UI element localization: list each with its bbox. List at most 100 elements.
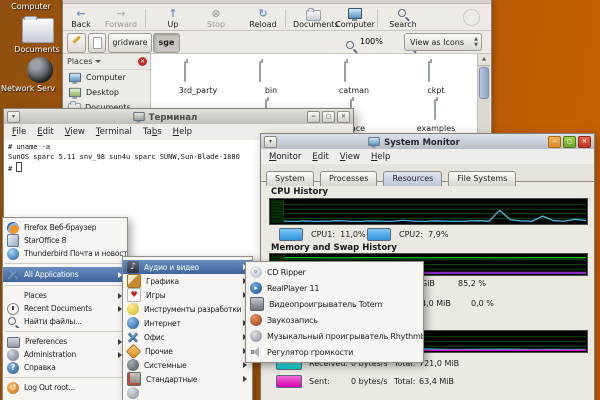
minimize-icon[interactable]: ‒: [307, 111, 320, 123]
memory-history-title: Memory and Swap History: [271, 243, 397, 253]
path-button-sge[interactable]: sge: [153, 33, 180, 53]
edit-location-button[interactable]: [67, 33, 86, 53]
menu-item-staroffice[interactable]: StarOffice 8: [3, 234, 127, 247]
window-menu-icon[interactable]: ▾: [264, 136, 277, 148]
applications-icon: [7, 269, 19, 281]
tab-processes[interactable]: Processes: [320, 171, 377, 186]
folder-label[interactable]: examples: [404, 124, 468, 133]
menu-separator: [5, 377, 125, 378]
menu-item-sound-recorder[interactable]: Звукозапись: [246, 312, 423, 328]
menu-item-other[interactable]: Прочие: [123, 344, 252, 358]
back-button[interactable]: ← Back: [61, 7, 101, 32]
terminal-titlebar[interactable]: ▾ Терминал ‒ ▢ ✕: [4, 109, 353, 125]
tab-system[interactable]: System: [266, 171, 314, 186]
root-path-button[interactable]: [88, 33, 106, 53]
reload-button[interactable]: ↻ Reload: [243, 7, 283, 32]
folder-icon-3rd_party[interactable]: [184, 61, 186, 82]
folder-label[interactable]: catman: [322, 86, 386, 95]
window-menu-icon[interactable]: ▾: [7, 111, 20, 123]
cpu-history-title: CPU History: [271, 187, 328, 197]
graph-y-axis: [271, 200, 284, 223]
menu-item-graphics[interactable]: Графика: [123, 274, 252, 288]
folder-icon-bin[interactable]: [259, 61, 261, 82]
accessories-icon: [127, 372, 141, 386]
close-icon[interactable]: ✕: [337, 111, 350, 123]
menu-item-totem[interactable]: Видеопроигрыватель Totem: [246, 296, 423, 312]
search-button[interactable]: Search: [383, 7, 423, 32]
swap-fragment: 4,0 MiB: [421, 299, 451, 308]
computer-button[interactable]: Computer: [335, 7, 375, 32]
menu-edit[interactable]: Edit: [312, 152, 328, 162]
menu-item-places[interactable]: Places: [3, 289, 127, 302]
menu-item-cd-ripper[interactable]: CD Ripper: [246, 264, 423, 280]
menu-item-development[interactable]: Инструменты разработки: [123, 302, 252, 316]
desktop-icon-documents[interactable]: [22, 18, 54, 43]
close-sidebar-icon[interactable]: ✕: [138, 57, 147, 66]
preferences-icon: [7, 337, 20, 348]
magnifier-icon: [397, 8, 409, 20]
menu-item-all-applications[interactable]: All Applications: [3, 267, 127, 282]
menu-file[interactable]: File: [12, 127, 26, 137]
stop-button: ⊗ Stop: [196, 7, 236, 32]
system-monitor-titlebar[interactable]: ▾ System Monitor ‒ ▢ ✕: [261, 134, 594, 150]
menu-item-help[interactable]: Справка: [3, 361, 127, 374]
menu-view[interactable]: View: [65, 127, 85, 137]
menu-item-system[interactable]: Системные: [123, 358, 252, 372]
firefox-icon: [7, 222, 19, 234]
desktop-icon-computer[interactable]: Computer: [0, 2, 62, 11]
desktop-icon-network-servers[interactable]: [27, 57, 53, 83]
menu-item-office[interactable]: Офис: [123, 330, 252, 344]
system-monitor-menubar: Monitor Edit View Help: [261, 149, 594, 165]
minimize-icon[interactable]: ‒: [548, 136, 561, 148]
menu-item-partial[interactable]: [123, 386, 252, 400]
menu-edit[interactable]: Edit: [37, 127, 53, 137]
folder-label[interactable]: bin: [239, 86, 303, 95]
menu-item-volume[interactable]: Регулятор громкости: [246, 344, 423, 360]
maximize-icon[interactable]: ▢: [322, 111, 335, 123]
close-icon[interactable]: ✕: [578, 136, 591, 148]
menu-item-recent-documents[interactable]: Recent Documents: [3, 302, 127, 315]
menu-view[interactable]: View: [340, 152, 360, 162]
menu-item-rhythmbox[interactable]: Музыкальный проигрыватель Rhythmbox: [246, 328, 423, 344]
scrollbar-thumb[interactable]: [479, 67, 489, 99]
tab-resources[interactable]: Resources: [383, 171, 442, 186]
sidebar-title[interactable]: Places: [67, 57, 92, 66]
development-icon: [127, 303, 139, 315]
folder-icon-ckpt[interactable]: [428, 61, 430, 82]
menu-tabs[interactable]: Tabs: [143, 127, 162, 137]
menu-item-internet[interactable]: Интернет: [123, 316, 252, 330]
applications-submenu: Аудио и видео Графика Игры Инструменты р…: [122, 256, 253, 400]
menu-item-preferences[interactable]: Preferences: [3, 335, 127, 348]
menu-help[interactable]: Help: [173, 127, 192, 137]
cpu2-label: CPU2:: [399, 230, 423, 239]
menu-item-administration[interactable]: Administration: [3, 348, 127, 361]
zoom-out-icon[interactable]: [345, 40, 357, 52]
view-mode-dropdown[interactable]: View as Icons ▲▼: [404, 33, 482, 51]
menu-item-accessories[interactable]: Стандартные: [123, 372, 252, 386]
menu-item-logout[interactable]: Log Out root...: [3, 381, 127, 394]
sidebar-item-computer[interactable]: Computer: [64, 70, 150, 85]
up-button[interactable]: ↑ Up: [153, 7, 193, 32]
menu-item-games[interactable]: Игры: [123, 288, 252, 302]
maximize-icon[interactable]: ▢: [563, 136, 576, 148]
folder-label[interactable]: 3rd_party: [166, 86, 230, 95]
folder-icon: [22, 18, 54, 43]
back-arrow-icon: ←: [61, 7, 101, 20]
menu-item-audio-video[interactable]: Аудио и видео: [123, 260, 252, 274]
tab-file-systems[interactable]: File Systems: [448, 171, 516, 186]
menu-item-firefox[interactable]: Firefox Веб-браузер: [3, 221, 127, 234]
path-button-gridware[interactable]: gridware: [108, 33, 152, 53]
folder-label[interactable]: ckpt: [404, 86, 468, 95]
folder-icon-catman[interactable]: [344, 61, 346, 82]
menu-terminal[interactable]: Terminal: [96, 127, 132, 137]
scroll-up-icon[interactable]: ▲: [478, 54, 490, 66]
documents-button[interactable]: Documents: [293, 7, 333, 32]
menu-item-thunderbird[interactable]: Thunderbird Почта и новости: [3, 247, 127, 260]
menu-item-find-files[interactable]: Найти файлы...: [3, 315, 127, 328]
menu-help[interactable]: Help: [371, 152, 390, 162]
menu-item-realplayer[interactable]: RealPlayer 11: [246, 280, 423, 296]
menu-monitor[interactable]: Monitor: [269, 152, 301, 162]
folder-icon-examples[interactable]: [434, 99, 436, 120]
system-monitor-icon: [369, 137, 380, 146]
sidebar-item-desktop[interactable]: Desktop: [64, 85, 150, 100]
